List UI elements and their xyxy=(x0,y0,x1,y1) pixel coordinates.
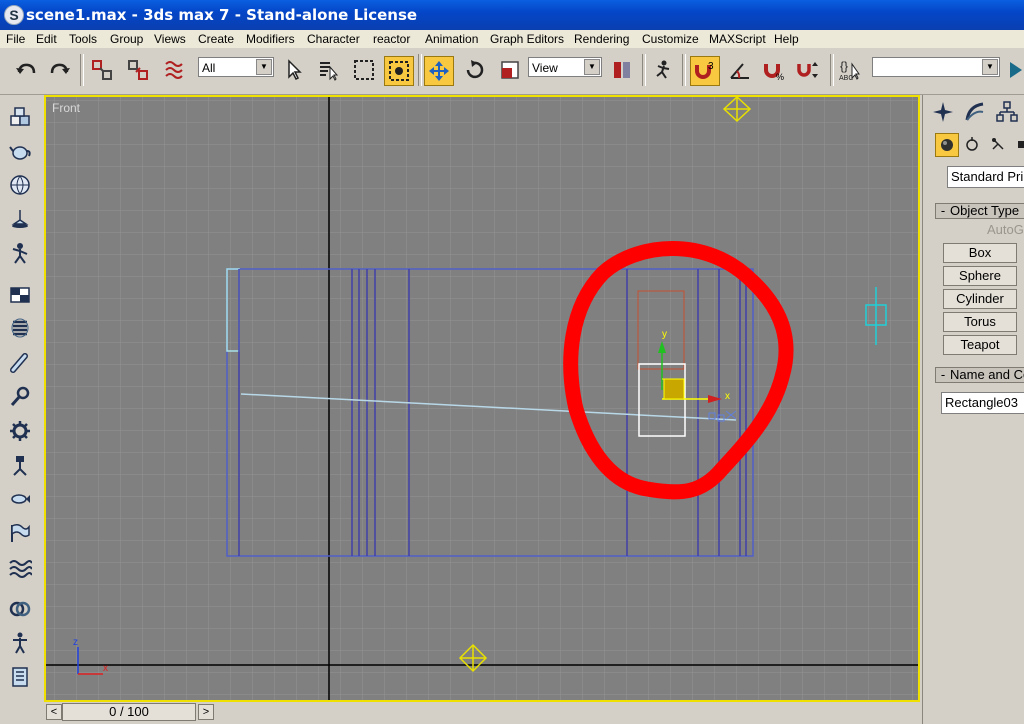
select-by-name-icon[interactable] xyxy=(314,56,342,84)
camera-stand-icon[interactable] xyxy=(6,451,34,479)
modify-tab-icon[interactable] xyxy=(961,99,989,125)
menu-group[interactable]: Group xyxy=(110,32,143,46)
menu-tools[interactable]: Tools xyxy=(69,32,97,46)
reference-coordinate-dropdown[interactable]: View ▼ xyxy=(528,57,602,77)
select-and-scale-icon[interactable] xyxy=(496,56,524,84)
fish-icon[interactable] xyxy=(6,485,34,513)
command-panel: Standard Primitives -Object Type AutoGri… xyxy=(922,95,1024,724)
cameras-icon[interactable] xyxy=(1013,133,1024,155)
gizmo-y-label: y xyxy=(662,329,667,340)
time-next-button[interactable]: > xyxy=(198,704,214,720)
unlink-selection-icon[interactable] xyxy=(124,56,152,84)
menu-maxscript[interactable]: MAXScript xyxy=(709,32,766,46)
snaps-toggle-icon[interactable]: 3 xyxy=(690,56,720,86)
checker-material-icon[interactable] xyxy=(6,281,34,309)
gizmo-x-label: x xyxy=(725,391,730,402)
chevron-down-icon[interactable]: ▼ xyxy=(256,59,272,75)
undo-icon[interactable] xyxy=(12,56,40,84)
menu-animation[interactable]: Animation xyxy=(425,32,478,46)
app-icon[interactable]: S xyxy=(4,5,24,25)
gear-icon[interactable] xyxy=(6,417,34,445)
angle-snap-toggle-icon[interactable] xyxy=(726,56,754,84)
axis-tripod-x-label: x xyxy=(103,663,108,674)
menu-reactor[interactable]: reactor xyxy=(373,32,410,46)
time-prev-button[interactable]: < xyxy=(46,704,62,720)
menu-help[interactable]: Help xyxy=(774,32,799,46)
menu-modifiers[interactable]: Modifiers xyxy=(246,32,295,46)
lamp-icon[interactable] xyxy=(6,205,34,233)
geometry-icon[interactable] xyxy=(935,133,959,157)
select-and-link-icon[interactable] xyxy=(88,56,116,84)
autogrid-checkbox[interactable]: AutoGrid xyxy=(987,222,1024,237)
wrench-icon[interactable] xyxy=(6,383,34,411)
knot-icon[interactable] xyxy=(6,595,34,623)
bind-to-space-warp-icon[interactable] xyxy=(160,56,188,84)
svg-text:%: % xyxy=(776,72,784,82)
use-pivot-point-center-icon[interactable] xyxy=(608,56,636,84)
viewport-canvas[interactable]: y x z x xyxy=(46,97,918,700)
teapot-button[interactable]: Teapot xyxy=(943,335,1017,355)
window-crossing-icon[interactable] xyxy=(384,56,414,86)
select-object-icon[interactable] xyxy=(280,56,308,84)
name-and-color-rollout-header[interactable]: -Name and Color xyxy=(935,367,1024,383)
svg-text:ABC: ABC xyxy=(839,75,853,82)
menu-edit[interactable]: Edit xyxy=(36,32,57,46)
biped-icon[interactable] xyxy=(6,629,34,657)
flag-wave-icon[interactable] xyxy=(6,519,34,547)
edit-named-selection-sets-icon[interactable]: {} ABC xyxy=(836,56,864,84)
menu-views[interactable]: Views xyxy=(154,32,186,46)
menu-character[interactable]: Character xyxy=(307,32,360,46)
waves-icon[interactable] xyxy=(6,553,34,581)
select-and-rotate-icon[interactable] xyxy=(460,56,488,84)
main-toolbar: All ▼ View ▼ 3 % {} ABC ▼ xyxy=(0,48,1024,95)
redo-icon[interactable] xyxy=(46,56,74,84)
named-selection-sets-dropdown[interactable]: ▼ xyxy=(872,57,1000,77)
object-name-field[interactable]: Rectangle03 xyxy=(941,392,1024,414)
rectangular-selection-region-icon[interactable] xyxy=(350,56,378,84)
svg-text:3: 3 xyxy=(708,61,714,72)
viewport-grid xyxy=(46,97,918,700)
time-slider[interactable]: 0 / 100 xyxy=(62,703,196,721)
axis-tripod-z-label: z xyxy=(73,637,78,648)
create-tab-icon[interactable] xyxy=(929,99,957,125)
window-title: scene1.max - 3ds max 7 - Stand-alone Lic… xyxy=(26,6,418,24)
mirror-icon[interactable] xyxy=(1006,56,1024,84)
sphere-button[interactable]: Sphere xyxy=(943,266,1017,286)
left-tool-strip xyxy=(0,95,42,705)
box-button[interactable]: Box xyxy=(943,243,1017,263)
menu-customize[interactable]: Customize xyxy=(642,32,699,46)
cubes-icon[interactable] xyxy=(6,103,34,131)
selection-filter-dropdown[interactable]: All ▼ xyxy=(198,57,274,77)
shapes-icon[interactable] xyxy=(961,133,983,155)
chevron-down-icon[interactable]: ▼ xyxy=(584,59,600,75)
select-and-move-icon[interactable] xyxy=(424,56,454,86)
viewport-label[interactable]: Front xyxy=(52,101,80,115)
gizmo-plane-handle[interactable] xyxy=(663,378,685,400)
tube-icon[interactable] xyxy=(6,349,34,377)
menu-file[interactable]: File xyxy=(6,32,25,46)
sphere-icon[interactable] xyxy=(6,171,34,199)
cylinder-button[interactable]: Cylinder xyxy=(943,289,1017,309)
spinner-snap-icon[interactable] xyxy=(794,56,822,84)
menu-create[interactable]: Create xyxy=(198,32,234,46)
percent-snap-icon[interactable]: % xyxy=(760,56,788,84)
lights-icon[interactable] xyxy=(987,133,1009,155)
hierarchy-tab-icon[interactable] xyxy=(993,99,1021,125)
bone-figure-icon[interactable] xyxy=(6,239,34,267)
torus-button[interactable]: Torus xyxy=(943,312,1017,332)
menu-rendering[interactable]: Rendering xyxy=(574,32,629,46)
menu-bar: File Edit Tools Group Views Create Modif… xyxy=(0,30,1024,49)
title-bar: S scene1.max - 3ds max 7 - Stand-alone L… xyxy=(0,0,1024,30)
svg-text:{}: {} xyxy=(840,59,848,73)
menu-graph-editors[interactable]: Graph Editors xyxy=(490,32,564,46)
object-type-rollout-header[interactable]: - Object Type xyxy=(935,203,1024,219)
time-slider-bar: < 0 / 100 > xyxy=(44,702,920,724)
panel-icon[interactable] xyxy=(6,663,34,691)
chevron-down-icon[interactable]: ▼ xyxy=(982,59,998,75)
primitive-type-dropdown[interactable]: Standard Primitives xyxy=(947,166,1024,188)
select-and-manipulate-icon[interactable] xyxy=(648,56,676,84)
teapot-icon[interactable] xyxy=(6,137,34,165)
coil-icon[interactable] xyxy=(6,315,34,343)
front-viewport[interactable]: y x z x Front xyxy=(44,95,920,702)
